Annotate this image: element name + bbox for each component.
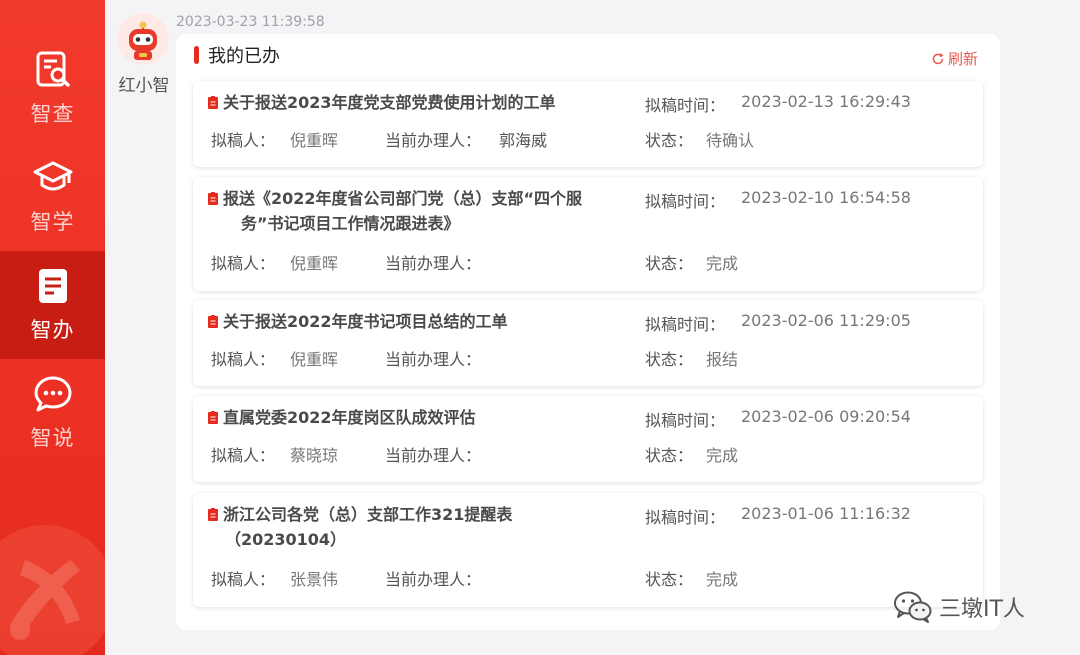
bot-avatar xyxy=(117,13,169,65)
status-value: 完成 xyxy=(706,570,739,589)
sidebar-item-zhixue[interactable]: 智学 xyxy=(0,143,105,251)
draft-time-value: 2023-02-06 09:20:54 xyxy=(741,407,911,426)
status-value: 报结 xyxy=(706,350,739,369)
drafter-value: 倪重晖 xyxy=(290,131,339,150)
status-value: 待确认 xyxy=(706,131,755,150)
task-card[interactable]: 关于报送2023年度党支部党费使用计划的工单 拟稿时间： 2023-02-13 … xyxy=(193,81,983,167)
draft-time-label: 拟稿时间： xyxy=(645,192,726,211)
status-label: 状态： xyxy=(645,350,694,369)
drafter-label: 拟稿人： xyxy=(211,131,276,150)
task-card[interactable]: 报送《2022年度省公司部门党（总）支部“四个服 务”书记项目工作情况跟进表》 … xyxy=(193,177,983,291)
doc-icon xyxy=(208,411,218,424)
drafter-label: 拟稿人： xyxy=(211,570,276,589)
sidebar-item-label: 智说 xyxy=(30,426,75,450)
refresh-button[interactable]: 刷新 xyxy=(931,48,978,69)
handler-label: 当前办理人： xyxy=(385,254,482,273)
status-value: 完成 xyxy=(706,254,739,273)
graduation-cap-icon xyxy=(33,161,72,191)
bot-name: 红小智 xyxy=(118,76,170,96)
sidebar-item-label: 智查 xyxy=(30,102,75,126)
sidebar-item-label: 智办 xyxy=(30,318,75,342)
drafter-label: 拟稿人： xyxy=(211,254,276,273)
drafter-label: 拟稿人： xyxy=(211,350,276,369)
handler-value: 郭海威 xyxy=(499,131,548,150)
draft-time-label: 拟稿时间： xyxy=(645,315,726,334)
drafter-value: 倪重晖 xyxy=(290,254,339,273)
drafter-value: 蔡晓琼 xyxy=(290,446,339,465)
draft-time-label: 拟稿时间： xyxy=(645,508,726,527)
doc-icon xyxy=(208,192,218,205)
sidebar-item-zhiban[interactable]: 智办 xyxy=(0,251,105,359)
panel-title-text: 我的已办 xyxy=(208,46,280,67)
draft-time-label: 拟稿时间： xyxy=(645,96,726,115)
task-card[interactable]: 直属党委2022年度岗区队成效评估 拟稿时间： 2023-02-06 09:20… xyxy=(193,396,983,482)
sidebar-item-zhishuo[interactable]: 智说 xyxy=(0,359,105,467)
drafter-value: 倪重晖 xyxy=(290,350,339,369)
status-value: 完成 xyxy=(706,446,739,465)
title-accent-bar xyxy=(194,46,199,64)
task-card[interactable]: 关于报送2022年度书记项目总结的工单 拟稿时间： 2023-02-06 11:… xyxy=(193,300,983,386)
document-list-icon xyxy=(38,269,67,303)
party-emblem-icon xyxy=(0,525,105,655)
search-document-icon xyxy=(36,51,70,87)
panel-title: 我的已办 xyxy=(194,44,280,67)
doc-icon xyxy=(208,508,218,521)
status-label: 状态： xyxy=(645,570,694,589)
status-label: 状态： xyxy=(645,131,694,150)
drafter-label: 拟稿人： xyxy=(211,446,276,465)
watermark-text: 三墩IT人 xyxy=(939,597,1025,622)
task-title: 关于报送2023年度党支部党费使用计划的工单 xyxy=(223,93,556,112)
sidebar-item-zhicha[interactable]: 智查 xyxy=(0,35,105,143)
task-title: 直属党委2022年度岗区队成效评估 xyxy=(223,408,476,427)
task-title: 报送《2022年度省公司部门党（总）支部“四个服 务”书记项目工作情况跟进表》 xyxy=(223,189,583,233)
task-card[interactable]: 浙江公司各党（总）支部工作321提醒表 （20230104） 拟稿时间： 202… xyxy=(193,493,983,607)
draft-time-value: 2023-01-06 11:16:32 xyxy=(741,504,911,523)
status-label: 状态： xyxy=(645,254,694,273)
task-title: 关于报送2022年度书记项目总结的工单 xyxy=(223,312,508,331)
draft-time-label: 拟稿时间： xyxy=(645,411,726,430)
refresh-label: 刷新 xyxy=(947,50,978,68)
sidebar-item-label: 智学 xyxy=(30,210,75,234)
draft-time-value: 2023-02-06 11:29:05 xyxy=(741,311,911,330)
wechat-icon xyxy=(894,591,932,623)
doc-icon xyxy=(208,315,218,328)
drafter-value: 张景伟 xyxy=(290,570,339,589)
draft-time-value: 2023-02-10 16:54:58 xyxy=(741,188,911,207)
task-title: 浙江公司各党（总）支部工作321提醒表 （20230104） xyxy=(223,505,513,549)
handler-label: 当前办理人： xyxy=(385,350,482,369)
message-timestamp: 2023-03-23 11:39:58 xyxy=(176,14,325,30)
chat-bubble-icon xyxy=(34,376,71,412)
done-tasks-panel: 我的已办 刷新 关于报送2023年度党支部党费使用计划的工单 拟稿时间： 202… xyxy=(176,34,1000,630)
handler-label: 当前办理人： xyxy=(385,131,482,150)
handler-label: 当前办理人： xyxy=(385,570,482,589)
status-label: 状态： xyxy=(645,446,694,465)
handler-label: 当前办理人： xyxy=(385,446,482,465)
robot-avatar-icon xyxy=(117,13,169,65)
doc-icon xyxy=(208,96,218,109)
watermark: 三墩IT人 xyxy=(893,590,1025,624)
draft-time-value: 2023-02-13 16:29:43 xyxy=(741,92,911,111)
sidebar: 智查 智学 智办 智说 xyxy=(0,0,105,655)
refresh-icon xyxy=(932,52,944,64)
